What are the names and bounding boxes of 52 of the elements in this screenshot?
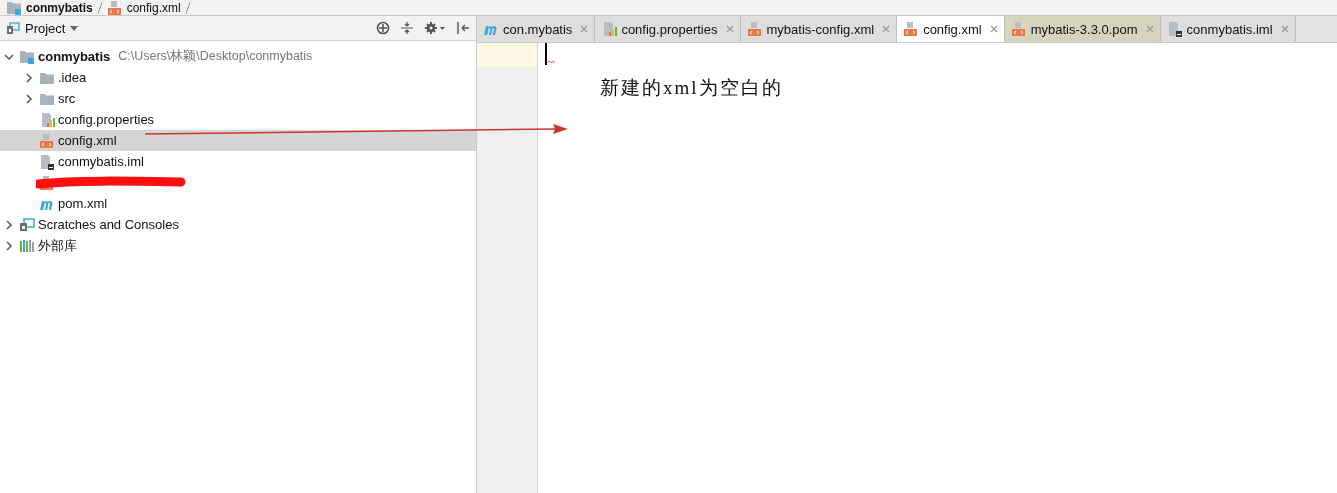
close-icon[interactable] bbox=[989, 25, 998, 33]
tree-item-label[interactable]: .idea bbox=[58, 70, 87, 85]
separator-icon bbox=[96, 1, 103, 14]
collapse-icon[interactable] bbox=[400, 21, 414, 35]
annotation-note: 新建的xml为空白的 bbox=[600, 76, 784, 100]
editor-tab[interactable]: mybatis-3.3.0.pom bbox=[1004, 16, 1161, 42]
tree-item-label[interactable]: conmybatis.iml bbox=[58, 154, 144, 169]
module-file-icon bbox=[1166, 21, 1183, 37]
squiggle-icon bbox=[547, 61, 555, 65]
scratches-icon bbox=[19, 217, 35, 232]
chevron-right-icon[interactable] bbox=[4, 240, 14, 251]
chevron-right-icon[interactable] bbox=[4, 219, 14, 230]
project-path: C:\Users\林颖\Desktop\conmybatis bbox=[118, 48, 313, 65]
tree-item-label[interactable]: config.xml bbox=[58, 133, 117, 148]
dropdown-arrow-icon bbox=[70, 25, 79, 31]
text-cursor bbox=[545, 43, 547, 65]
breadcrumb-item[interactable]: config.xml bbox=[126, 0, 181, 15]
editor-tab[interactable]: con.mybatis bbox=[477, 16, 596, 42]
xml-file-icon bbox=[39, 132, 55, 149]
properties-file-icon bbox=[601, 21, 618, 37]
tree-item-label[interactable]: 外部库 bbox=[38, 236, 77, 255]
xml-file-icon bbox=[746, 21, 763, 37]
locate-icon[interactable] bbox=[376, 21, 390, 35]
xml-file-icon bbox=[106, 0, 123, 16]
chevron-right-icon[interactable] bbox=[24, 93, 34, 104]
folder-icon bbox=[39, 70, 55, 85]
editor-tab[interactable]: config.properties bbox=[595, 16, 741, 42]
module-folder-icon bbox=[19, 49, 35, 64]
breadcrumb-item[interactable]: conmybatis bbox=[26, 0, 93, 15]
chevron-down-icon[interactable] bbox=[4, 51, 14, 62]
separator-icon bbox=[184, 1, 191, 14]
xml-file-icon bbox=[1010, 21, 1027, 37]
properties-file-icon bbox=[39, 111, 55, 128]
current-line-highlight bbox=[477, 43, 537, 67]
editor-tab[interactable]: conmybatis.iml bbox=[1160, 16, 1296, 42]
tree-item-label[interactable]: config.properties bbox=[58, 112, 155, 127]
project-view-icon bbox=[6, 21, 20, 35]
chevron-right-icon[interactable] bbox=[24, 72, 34, 83]
hide-panel-icon[interactable] bbox=[456, 21, 470, 35]
editor-tab[interactable]: mybatis-config.xml bbox=[740, 16, 898, 42]
module-file-icon bbox=[39, 153, 55, 170]
xml-file-icon bbox=[903, 21, 920, 37]
tree-item-label[interactable]: Scratches and Consoles bbox=[38, 217, 179, 232]
folder-icon bbox=[39, 91, 55, 106]
settings-icon[interactable] bbox=[424, 21, 446, 35]
tree-item-label[interactable]: conmybatis bbox=[38, 49, 111, 64]
library-icon bbox=[19, 238, 35, 253]
tree-item-label[interactable]: pom.xml bbox=[58, 196, 108, 211]
project-view-dropdown[interactable]: Project bbox=[6, 20, 79, 36]
module-folder-icon bbox=[6, 0, 22, 15]
tree-item-label[interactable]: src bbox=[58, 91, 76, 106]
editor-tab[interactable]: config.xml bbox=[897, 16, 1005, 42]
